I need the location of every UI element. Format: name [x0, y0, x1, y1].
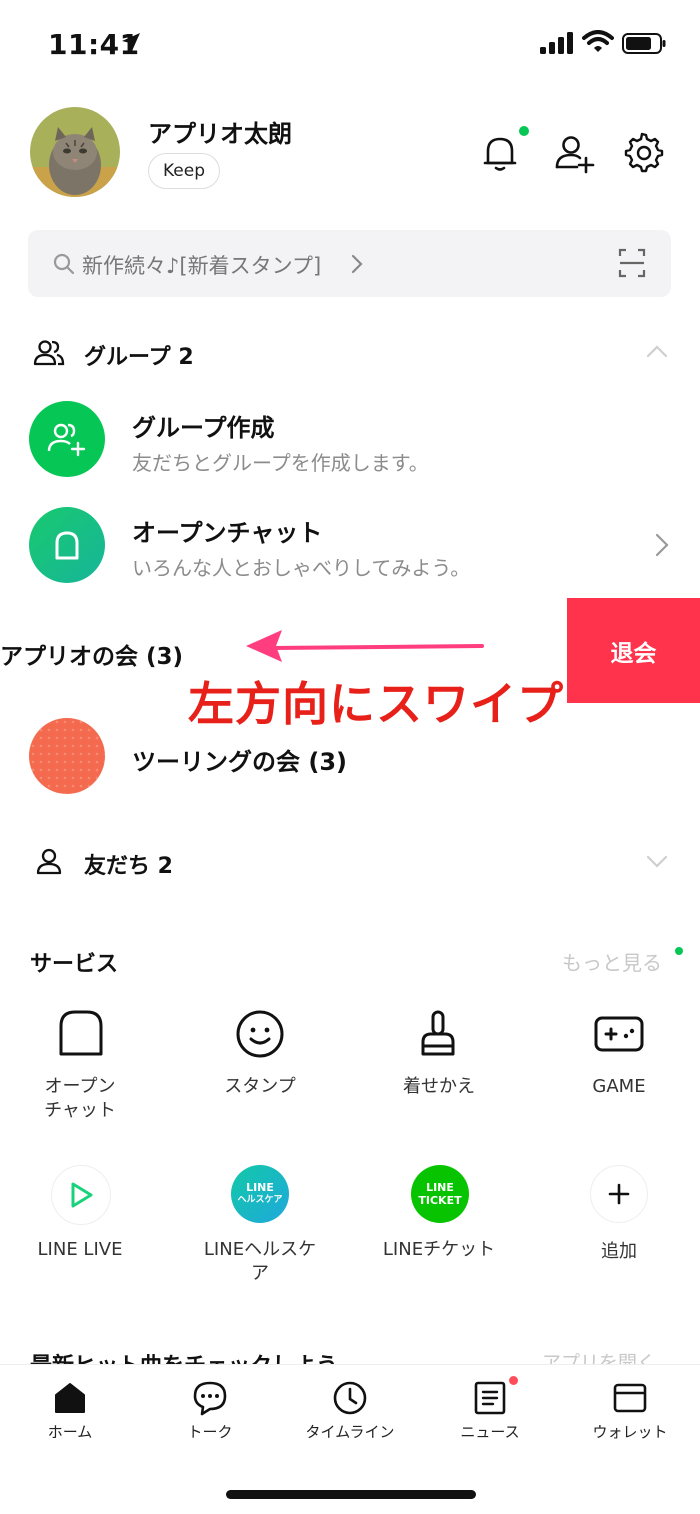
tab-wallet[interactable]: ウォレット [560, 1421, 700, 1442]
service-label-open-chat: オープン チャット [44, 1076, 116, 1121]
cellular-signal-icon [540, 32, 573, 54]
friends-section-title: 友だち 2 [84, 854, 173, 879]
open-chat-icon [55, 531, 79, 560]
add-friend-icon[interactable] [553, 131, 597, 175]
chat-icon[interactable] [192, 1380, 228, 1416]
search-placeholder: 新作続々♪[新着スタンプ] [82, 254, 322, 278]
open-chat-subtitle: いろんな人とおしゃべりしてみよう。 [132, 556, 471, 580]
line-live-service[interactable] [51, 1165, 111, 1225]
chevron-up-icon[interactable] [646, 344, 668, 358]
brush-icon[interactable] [409, 1004, 469, 1064]
person-icon [36, 848, 62, 875]
news-badge-dot [509, 1376, 518, 1385]
open-chat-title[interactable]: オープンチャット [132, 513, 322, 548]
chevron-right-icon[interactable] [654, 533, 670, 557]
create-group-title[interactable]: グループ作成 [132, 408, 275, 443]
swipe-annotation-label: 左方向にスワイプ [188, 677, 564, 731]
qr-scan-icon[interactable] [618, 248, 646, 278]
game-controller-icon[interactable] [589, 1004, 649, 1064]
tab-timeline[interactable]: タイムライン [280, 1421, 420, 1442]
clock-icon[interactable] [332, 1380, 368, 1416]
touring-group-avatar[interactable] [29, 718, 105, 794]
badge-line2: TICKET [418, 1194, 462, 1207]
swiped-group-title[interactable]: アプリオの会 (3) [0, 637, 183, 671]
create-group-icon[interactable] [29, 401, 105, 477]
service-label-healthcare: LINEヘルスケア [203, 1239, 317, 1284]
location-arrow-icon [122, 33, 140, 51]
service-label-stamp: スタンプ [224, 1076, 296, 1097]
wallet-icon[interactable] [612, 1382, 648, 1414]
badge-line1: LINE [246, 1181, 274, 1194]
service-label-add: 追加 [601, 1241, 637, 1262]
settings-gear-icon[interactable] [622, 131, 666, 175]
home-indicator [226, 1490, 476, 1499]
smile-icon[interactable] [230, 1004, 290, 1064]
cat-photo-icon [30, 107, 120, 197]
service-label-line-live: LINE LIVE [37, 1239, 123, 1260]
chevron-down-icon[interactable] [646, 855, 668, 869]
open-chat-service-icon[interactable] [51, 1004, 111, 1064]
tab-news[interactable]: ニュース [420, 1421, 560, 1442]
plus-icon [608, 1183, 630, 1205]
leave-group-button[interactable]: 退会 [567, 598, 700, 703]
chevron-right-icon [351, 254, 363, 274]
pattern-icon [29, 718, 105, 794]
line-healthcare-icon[interactable]: LINE ヘルスケア [231, 1165, 289, 1223]
keep-button[interactable]: Keep [148, 153, 220, 189]
line-ticket-icon[interactable]: LINE TICKET [411, 1165, 469, 1223]
service-label-theme: 着せかえ [403, 1076, 475, 1097]
new-dot [675, 947, 683, 955]
tab-talk[interactable]: トーク [140, 1421, 280, 1442]
swipe-arrow-annotation [246, 630, 484, 662]
profile-avatar[interactable] [30, 107, 120, 197]
service-label-ticket: LINEチケット [382, 1239, 496, 1260]
notification-dot [519, 126, 529, 136]
service-label-game: GAME [592, 1076, 646, 1097]
open-chat-row-icon[interactable] [29, 507, 105, 583]
tab-home[interactable]: ホーム [0, 1421, 140, 1442]
services-title: サービス [30, 952, 119, 977]
home-icon[interactable] [52, 1381, 88, 1415]
group-icon [33, 340, 65, 366]
groups-section-title: グループ 2 [84, 345, 194, 370]
create-group-subtitle: 友だちとグループを作成します。 [132, 451, 429, 475]
more-link[interactable]: もっと見る [562, 947, 662, 976]
wifi-icon [582, 30, 614, 52]
news-icon[interactable] [472, 1380, 508, 1416]
add-service-button[interactable] [590, 1165, 648, 1223]
badge-line2: ヘルスケア [237, 1195, 283, 1205]
add-group-icon [47, 423, 86, 457]
play-icon [71, 1182, 93, 1208]
touring-group-title[interactable]: ツーリングの会 (3) [132, 742, 347, 777]
search-icon [53, 253, 75, 275]
bell-icon[interactable] [478, 131, 522, 175]
battery-icon [622, 33, 666, 54]
badge-line1: LINE [426, 1181, 454, 1194]
profile-name: アプリオ太朗 [148, 120, 292, 148]
